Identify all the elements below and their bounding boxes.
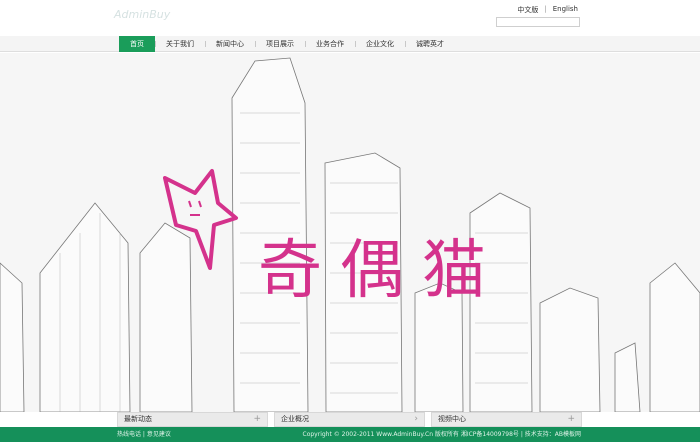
lang-separator: | bbox=[544, 5, 547, 13]
nav-item-home[interactable]: 首页 bbox=[119, 36, 155, 52]
lang-english-link[interactable]: English bbox=[553, 5, 578, 15]
panel-latest-news[interactable]: 最新动态 + bbox=[117, 412, 268, 427]
panel-label: 最新动态 bbox=[124, 415, 152, 423]
nav-item-news[interactable]: 新闻中心 bbox=[205, 36, 255, 52]
panel-label: 企业概况 bbox=[281, 415, 309, 423]
nav-item-careers[interactable]: 诚聘英才 bbox=[405, 36, 455, 52]
panel-label: 视频中心 bbox=[438, 415, 466, 423]
site-footer: 热线电话 | 意见建议 Copyright © 2002-2011 Www.Ad… bbox=[0, 427, 700, 442]
hero-banner: 奇偶猫 bbox=[0, 53, 700, 412]
bottom-panels: 最新动态 + 企业概况 › 视频中心 + bbox=[117, 412, 582, 427]
language-switcher: 中文版 | English bbox=[517, 5, 578, 15]
nav-item-business[interactable]: 业务合作 bbox=[305, 36, 355, 52]
logo-text: AdminBuy bbox=[113, 8, 171, 21]
search-input[interactable] bbox=[496, 17, 580, 27]
hero-title: 奇偶猫 bbox=[258, 234, 504, 308]
nav-item-about[interactable]: 关于我们 bbox=[155, 36, 205, 52]
panel-video-center[interactable]: 视频中心 + bbox=[431, 412, 582, 427]
nav-item-projects[interactable]: 项目展示 bbox=[255, 36, 305, 52]
panel-company-overview[interactable]: 企业概况 › bbox=[274, 412, 425, 427]
footer-links[interactable]: 热线电话 | 意见建议 bbox=[117, 427, 171, 442]
footer-copyright: Copyright © 2002-2011 Www.AdminBuy.Cn 版权… bbox=[302, 431, 581, 438]
plus-icon[interactable]: › bbox=[414, 413, 418, 426]
nav-item-culture[interactable]: 企业文化 bbox=[355, 36, 405, 52]
plus-icon[interactable]: + bbox=[567, 413, 575, 426]
lang-chinese-link[interactable]: 中文版 bbox=[517, 5, 538, 15]
site-header: AdminBuy 中文版 | English bbox=[0, 0, 700, 36]
main-nav: 首页 关于我们 新闻中心 项目展示 业务合作 企业文化 诚聘英才 bbox=[0, 36, 700, 52]
plus-icon[interactable]: + bbox=[253, 413, 261, 426]
site-logo[interactable]: AdminBuy bbox=[112, 4, 182, 26]
nav-items: 首页 关于我们 新闻中心 项目展示 业务合作 企业文化 诚聘英才 bbox=[119, 36, 455, 52]
